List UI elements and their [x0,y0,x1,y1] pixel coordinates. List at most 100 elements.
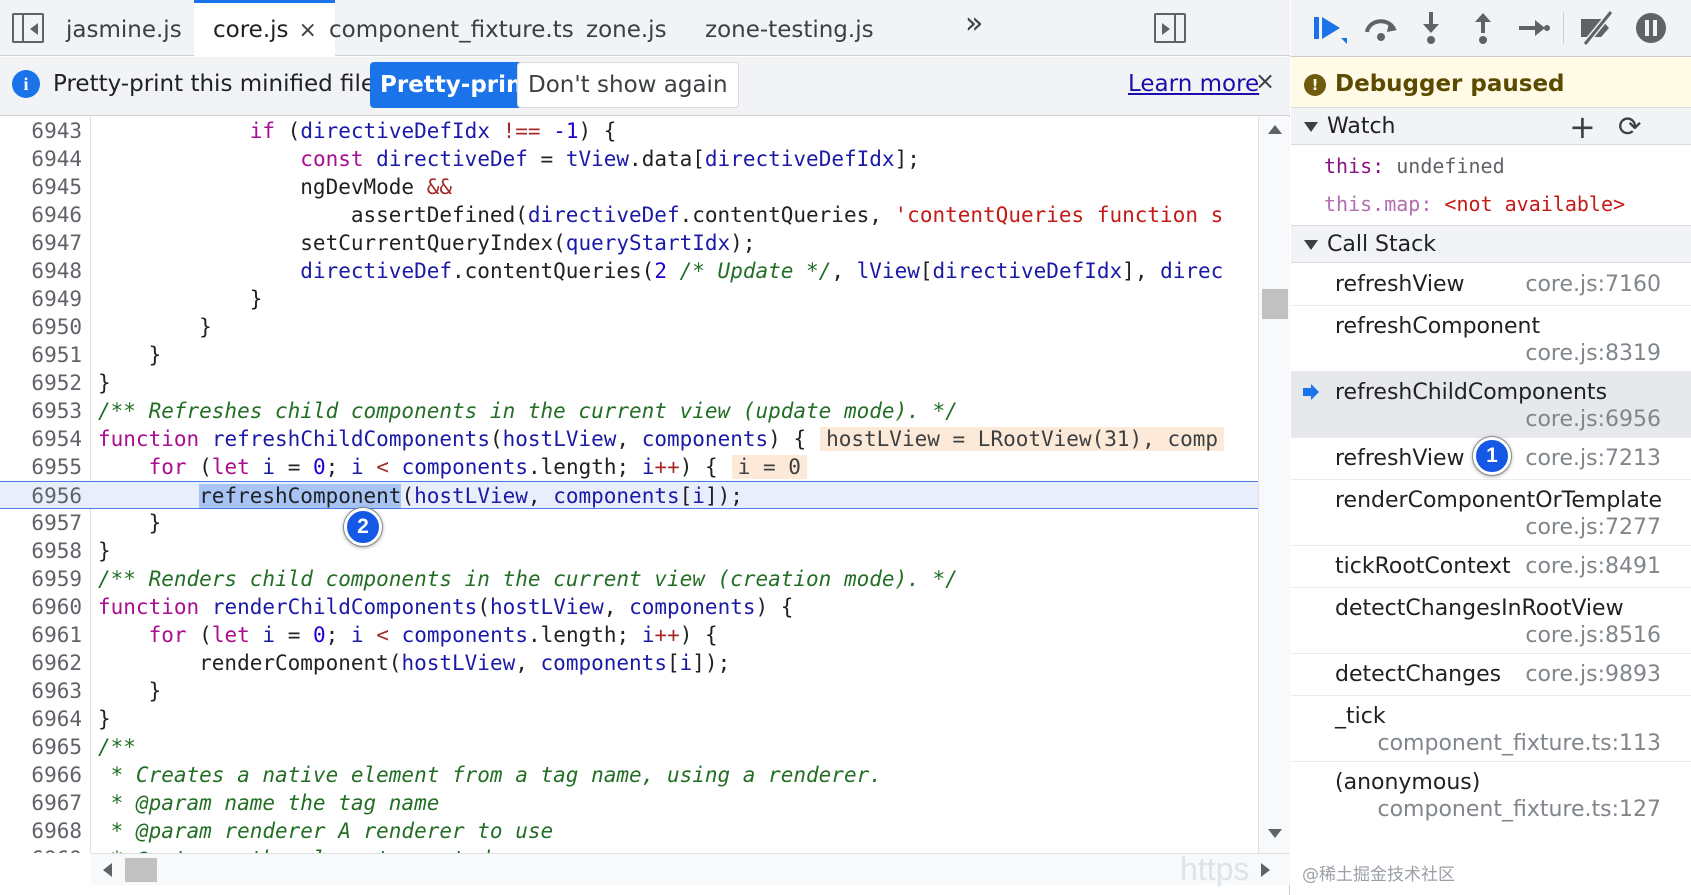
step-into-icon[interactable] [1411,8,1451,48]
code-line[interactable]: 6944 const directiveDef = tView.data[dir… [0,145,1258,173]
call-stack-section-header[interactable]: Call Stack [1291,225,1691,263]
line-number[interactable]: 6944 [0,145,82,173]
watch-item[interactable]: this: undefined [1324,154,1505,178]
line-number[interactable]: 6968 [0,817,82,845]
line-number[interactable]: 6967 [0,789,82,817]
horizontal-scroll-thumb[interactable] [125,858,157,882]
code-line[interactable]: 6947 setCurrentQueryIndex(queryStartIdx)… [0,229,1258,257]
tab-core-js[interactable]: core.js × [194,0,335,56]
tab-zone-testing-js[interactable]: zone-testing.js [705,0,874,56]
code-line[interactable]: 6950 } [0,313,1258,341]
call-frame[interactable]: renderComponentOrTemplate core.js:7277 [1291,480,1691,546]
code-line[interactable]: 6958} [0,537,1258,565]
line-number[interactable]: 6955 [0,453,82,481]
vertical-scrollbar[interactable] [1258,117,1290,853]
scroll-left-icon[interactable] [103,863,112,877]
code-line[interactable]: 6959 /** Renders child components in the … [0,565,1258,593]
close-infobar-icon[interactable]: × [1255,67,1275,95]
close-tab-icon[interactable]: × [299,18,317,43]
code-line[interactable]: 6964} [0,705,1258,733]
line-number[interactable]: 6963 [0,677,82,705]
line-number[interactable]: 6946 [0,201,82,229]
code-line[interactable]: 6948 directiveDef.contentQueries(2 /* Up… [0,257,1258,285]
code-line[interactable]: 6966 * Creates a native element from a t… [0,761,1258,789]
line-number[interactable]: 6962 [0,649,82,677]
dont-show-again-button[interactable]: Don't show again [517,62,739,108]
line-number[interactable]: 6965 [0,733,82,761]
call-frame[interactable]: detectChangesInRootView core.js:8516 [1291,588,1691,654]
code-line[interactable]: 6951 } [0,341,1258,369]
code-line[interactable]: 6952} [0,369,1258,397]
line-number[interactable]: 6966 [0,761,82,789]
line-number[interactable]: 6956 [0,482,82,510]
code-line[interactable]: 6953 /** Refreshes child components in th… [0,397,1258,425]
call-frame[interactable]: detectChanges core.js:9893 [1291,654,1691,696]
refresh-watch-icon[interactable]: ⟳ [1618,110,1641,143]
step-out-icon[interactable] [1463,8,1503,48]
code-line[interactable]: 6963 } [0,677,1258,705]
code-line[interactable]: 6965 /** [0,733,1258,761]
line-number[interactable]: 6947 [0,229,82,257]
line-number[interactable]: 6948 [0,257,82,285]
learn-more-link[interactable]: Learn more [1128,71,1259,97]
line-number[interactable]: 6964 [0,705,82,733]
line-number[interactable]: 6969 [0,845,82,853]
step-over-icon[interactable] [1361,8,1401,48]
code-line[interactable]: 6954 function refreshChildComponents(host… [0,425,1258,453]
tab-jasmine-js[interactable]: jasmine.js [66,0,182,56]
deactivate-breakpoints-icon[interactable] [1577,8,1617,48]
current-execution-line[interactable]: 6956 refreshComponent(hostLView, compone… [0,481,1258,509]
scroll-down-icon[interactable] [1268,829,1282,838]
code-line[interactable]: 6957 } [0,509,1258,537]
watch-section-header[interactable]: Watch + ⟳ [1291,107,1691,146]
code-editor[interactable]: 6943 if (directiveDefIdx !== -1) {6944 c… [0,117,1258,853]
code-line[interactable]: 6960 function renderChildComponents(hostL… [0,593,1258,621]
resume-icon[interactable] [1309,8,1349,48]
vertical-scroll-thumb[interactable] [1262,289,1288,319]
line-number[interactable]: 6960 [0,593,82,621]
scroll-right-icon[interactable] [1261,863,1270,877]
tab-zone-js[interactable]: zone.js [586,0,667,56]
step-icon[interactable] [1513,8,1553,48]
collapse-caret-icon[interactable] [1304,240,1318,250]
toggle-debugger-icon[interactable] [1154,13,1186,43]
watch-item[interactable]: this.map: <not available> [1324,192,1625,216]
call-frame[interactable]: refreshView core.js:7160 [1291,264,1691,306]
line-number[interactable]: 6961 [0,621,82,649]
code-line[interactable]: 6946 assertDefined(directiveDef.contentQ… [0,201,1258,229]
code-line[interactable]: 6962 renderComponent(hostLView, componen… [0,649,1258,677]
call-frame[interactable]: refreshComponent core.js:8319 [1291,306,1691,372]
code-line[interactable]: 6968 * @param renderer A renderer to use [0,817,1258,845]
line-number[interactable]: 6949 [0,285,82,313]
call-frame[interactable]: _tick component_fixture.ts:113 [1291,696,1691,762]
line-number[interactable]: 6950 [0,313,82,341]
line-number[interactable]: 6943 [0,117,82,145]
scroll-up-icon[interactable] [1268,125,1282,134]
call-frame[interactable]: (anonymous) component_fixture.ts:127 [1291,762,1691,828]
line-number[interactable]: 6959 [0,565,82,593]
call-frame-selected[interactable]: refreshChildComponents core.js:6956 [1291,372,1691,438]
code-line[interactable]: 6949 } [0,285,1258,313]
code-line[interactable]: 6969 * @returns the element created [0,845,1258,853]
call-frame[interactable]: tickRootContext core.js:8491 [1291,546,1691,588]
line-number[interactable]: 6953 [0,397,82,425]
collapse-caret-icon[interactable] [1304,122,1318,132]
tab-component-fixture-ts[interactable]: component_fixture.ts [329,0,574,56]
code-line[interactable]: 6967 * @param name the tag name [0,789,1258,817]
line-number[interactable]: 6951 [0,341,82,369]
pause-on-exceptions-icon[interactable] [1631,8,1671,48]
toggle-navigator-icon[interactable] [12,13,44,43]
line-number[interactable]: 6958 [0,537,82,565]
line-number[interactable]: 6957 [0,509,82,537]
horizontal-scrollbar[interactable] [91,853,1290,885]
code-line[interactable]: 6955 for (let i = 0; i < components.leng… [0,453,1258,481]
code-line[interactable]: 6943 if (directiveDefIdx !== -1) { [0,117,1258,145]
line-number[interactable]: 6954 [0,425,82,453]
more-tabs-icon[interactable]: » [965,6,983,41]
add-watch-icon[interactable]: + [1569,108,1596,146]
line-number[interactable]: 6945 [0,173,82,201]
line-number[interactable]: 6952 [0,369,82,397]
code-line[interactable]: 6945 ngDevMode && [0,173,1258,201]
code-line[interactable]: 6961 for (let i = 0; i < components.leng… [0,621,1258,649]
code-text: function renderChildComponents(hostLView… [98,595,794,619]
